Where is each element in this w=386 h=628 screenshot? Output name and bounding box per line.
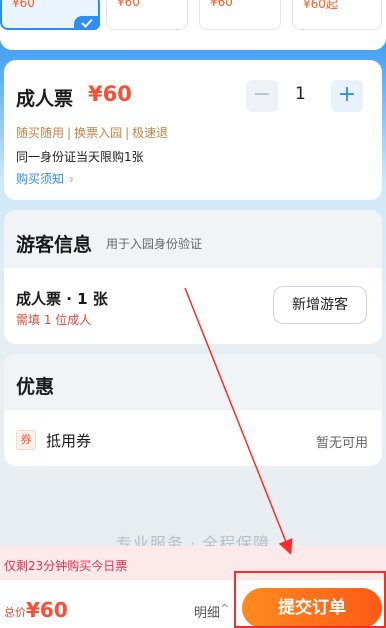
quantity-plus-button[interactable]: + [331,80,363,112]
date-price: ¥60 [210,0,233,9]
tag: 随买随用 [16,126,65,140]
visitor-header: 游客信息 用于入园身份验证 [4,210,382,268]
visitor-title: 游客信息 [16,234,93,256]
coupon-label[interactable]: 抵用券 [46,430,91,451]
annotation-highlight-box [234,571,386,628]
date-chip[interactable]: ¥60 [106,0,188,30]
date-price: ¥60 [117,0,140,9]
date-chip[interactable]: ¥60起 [292,0,382,30]
quantity-value: 1 [295,84,306,104]
discount-card: 优惠 券 抵用券 暂无可用 [4,354,382,466]
date-price: ¥60 [12,0,35,10]
check-icon [74,16,100,30]
ticket-tags: 随买随用 | 换票入园 | 极速退 [16,124,168,141]
purchase-limit: 同一身份证当天限购1张 [16,150,144,164]
coupon-value[interactable]: 暂无可用 [316,432,368,451]
date-chip-selected[interactable]: ¥60 [0,0,100,30]
visitor-requirement: 需填 1 位成人 [16,313,92,327]
add-visitor-button[interactable]: 新增游客 [273,286,367,324]
visitor-subtitle: 用于入园身份验证 [106,237,203,251]
quantity-minus-button[interactable]: − [246,80,278,112]
coupon-icon: 券 [16,430,36,450]
total-price: ¥60 [26,598,68,622]
tag-separator: | [125,126,130,140]
timer-text: 仅剩23分钟购买今日票 [4,559,128,573]
tag-separator: | [67,126,72,140]
chevron-right-icon: › [69,171,74,186]
date-price: ¥60起 [303,0,338,11]
tag: 换票入园 [74,126,123,140]
ticket-price: ¥60 [88,82,132,106]
notice-label: 购买须知 [16,172,65,186]
ticket-card: 成人票 ¥60 − 1 + 随买随用 | 换票入园 | 极速退 同一身份证当天限购1张 … [4,60,382,200]
visitor-ticket-count: 成人票 · 1 张 [16,290,108,308]
price-detail-link[interactable]: 明细 [194,602,220,621]
discount-header: 优惠 [4,354,382,410]
date-chip[interactable]: ¥60 [199,0,281,30]
discount-title: 优惠 [16,376,55,398]
visitor-card: 游客信息 用于入园身份验证 成人票 · 1 张 需填 1 位成人 新增游客 [4,210,382,344]
ticket-name: 成人票 [16,88,74,110]
tag: 极速退 [132,126,169,140]
chevron-up-icon: ^ [220,602,230,615]
total-label: 总价 [4,606,26,619]
date-strip: ¥60 ¥60 ¥60 ¥60起 [0,0,386,50]
purchase-notice-link[interactable]: 购买须知 › [16,170,74,187]
